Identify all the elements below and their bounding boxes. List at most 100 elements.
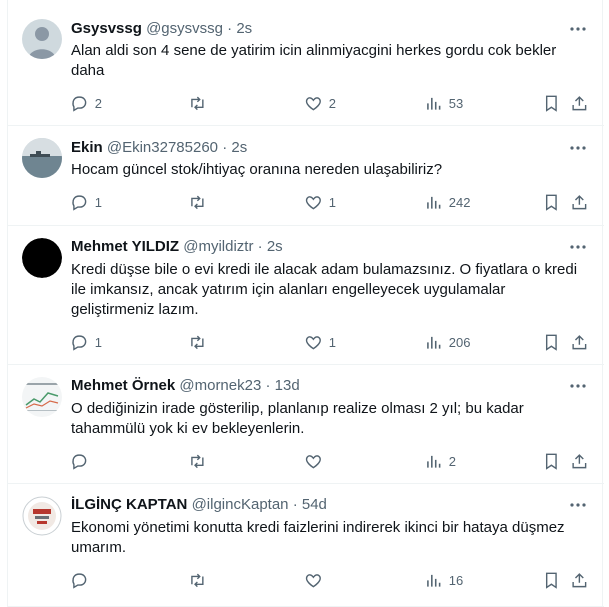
like-icon [305,195,321,210]
timestamp[interactable]: 54d [302,496,327,513]
like-count: 1 [328,334,336,350]
reply-button[interactable]: 2 [70,93,102,113]
dot-separator: · [265,377,271,394]
retweet-icon [191,96,204,110]
handle[interactable]: @mornek23 [179,377,261,394]
action-bar: 2 2 53 [64,93,592,113]
view-count: 16 [448,572,464,588]
reply-feed: Gsysvssg @gsysvssg · 2s Alan aldi son 4 … [7,0,604,607]
action-bar: 2 [64,451,592,471]
reply-icon [72,454,87,470]
reply-icon [72,96,87,112]
bookmark-button[interactable] [542,570,561,590]
handle[interactable]: @myildiztr [183,238,253,255]
share-button[interactable] [570,93,589,113]
timestamp[interactable]: 2s [267,238,283,255]
dot-separator: · [227,20,233,37]
chart-avatar[interactable] [22,377,62,417]
action-bar: 16 [64,570,592,590]
views-button[interactable]: 206 [424,332,470,352]
like-icon [305,96,321,111]
bookmark-button[interactable] [542,332,561,352]
handle[interactable]: @Ekin32785260 [107,139,218,156]
views-button[interactable]: 53 [424,93,463,113]
like-button[interactable]: 1 [304,192,336,212]
reply-button[interactable] [70,570,95,590]
reply-button[interactable]: 1 [70,192,102,212]
retweet-icon [191,195,204,209]
badge-avatar[interactable] [22,496,62,536]
views-icon [427,97,441,110]
views-button[interactable]: 2 [424,451,456,471]
bookmark-button[interactable] [542,451,561,471]
reply-icon [72,335,87,351]
bookmark-button[interactable] [542,192,561,212]
reply-button[interactable] [70,451,95,471]
retweet-button[interactable] [188,93,207,113]
dot-separator: · [292,496,298,513]
view-count: 206 [448,334,471,350]
retweet-button[interactable] [188,192,207,212]
like-button[interactable]: 2 [304,93,336,113]
share-button[interactable] [570,451,589,471]
reply-count: 1 [94,194,102,210]
retweet-button[interactable] [188,332,207,352]
share-icon [572,334,587,349]
action-bar: 1 1 242 [64,192,592,212]
default-avatar[interactable] [22,19,62,59]
display-name[interactable]: Gsysvssg [71,20,142,37]
reply-button[interactable]: 1 [70,332,102,352]
like-button[interactable] [304,451,329,471]
timestamp[interactable]: 2s [231,139,247,156]
retweet-button[interactable] [188,570,207,590]
action-bar: 1 1 206 [64,332,592,352]
like-icon [305,573,321,588]
share-button[interactable] [570,570,589,590]
like-count: 2 [328,95,336,111]
tweet[interactable]: Ekin @Ekin32785260 · 2s Hocam güncel sto… [8,126,604,226]
bookmark-button[interactable] [542,93,561,113]
more-icon[interactable] [568,376,588,396]
tweet[interactable]: Mehmet YILDIZ @myildiztr · 2s Kredi düşs… [8,226,604,365]
retweet-button[interactable] [188,451,207,471]
display-name[interactable]: Ekin [71,139,103,156]
tweet-header: Ekin @Ekin32785260 · 2s [71,138,247,158]
views-icon [427,574,441,587]
more-icon[interactable] [568,495,588,515]
share-icon [572,95,587,110]
display-name[interactable]: Mehmet Örnek [71,377,175,394]
tweet-text: O dediğinizin irade gösterilip, planlanı… [71,400,524,437]
like-button[interactable]: 1 [304,332,336,352]
tweet[interactable]: Mehmet Örnek @mornek23 · 13d O dediğiniz… [8,365,604,484]
timestamp[interactable]: 2s [236,20,252,37]
tweet[interactable]: İLGİNÇ KAPTAN @ilgincKaptan · 54d Ekonom… [8,484,604,607]
bookmark-icon [545,95,557,112]
dot-separator: · [257,238,263,255]
views-button[interactable]: 242 [424,192,470,212]
share-icon [572,194,587,209]
views-button[interactable]: 16 [424,570,463,590]
view-count: 2 [448,453,456,469]
handle[interactable]: @ilgincKaptan [192,496,289,513]
share-icon [572,572,587,587]
sea-photo-avatar[interactable] [22,138,62,178]
more-icon[interactable] [568,138,588,158]
tweet[interactable]: Gsysvssg @gsysvssg · 2s Alan aldi son 4 … [8,0,604,126]
display-name[interactable]: İLGİNÇ KAPTAN [71,496,187,513]
reply-icon [72,195,87,211]
black-avatar[interactable] [22,238,62,278]
share-button[interactable] [570,332,589,352]
bookmark-icon [545,194,557,211]
tweet-text: Kredi düşse bile o evi kredi ile alacak … [71,261,578,318]
display-name[interactable]: Mehmet YILDIZ [71,238,179,255]
share-button[interactable] [570,192,589,212]
more-icon[interactable] [568,237,588,257]
tweet-text: Hocam güncel stok/ihtiyaç oranına nerede… [71,161,443,178]
more-icon[interactable] [568,19,588,39]
tweet-header: İLGİNÇ KAPTAN @ilgincKaptan · 54d [71,495,327,515]
timestamp[interactable]: 13d [275,377,300,394]
handle[interactable]: @gsysvssg [146,20,223,37]
views-icon [427,196,441,209]
bookmark-icon [545,334,557,351]
like-button[interactable] [304,570,329,590]
